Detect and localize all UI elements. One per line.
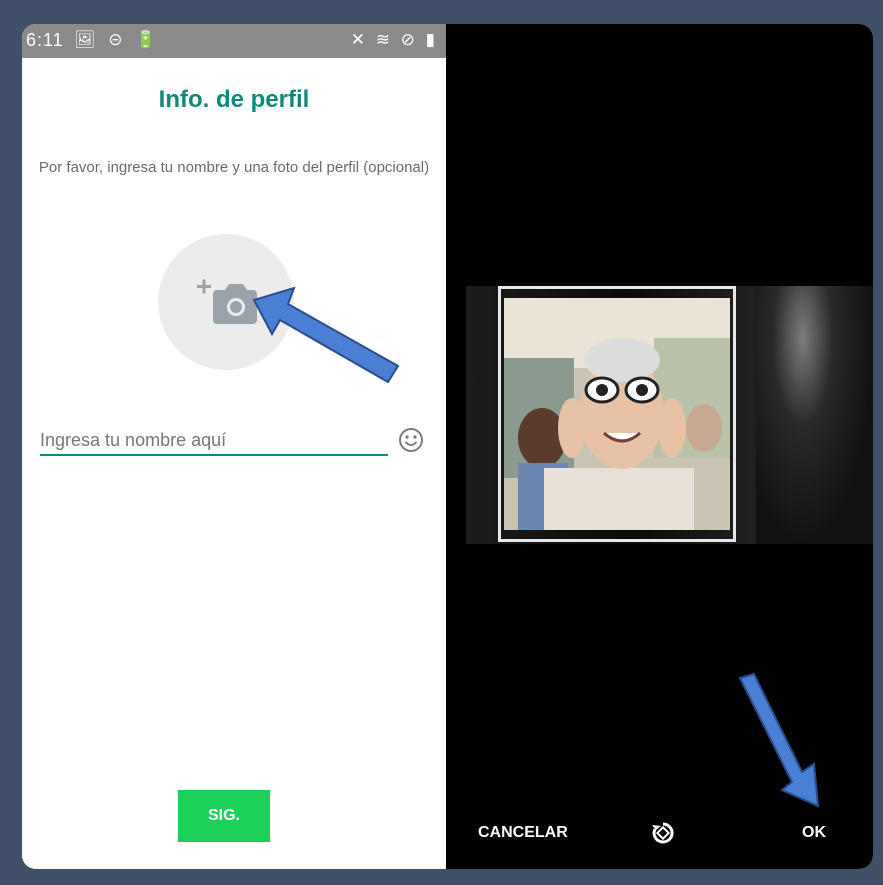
status-right-icons: ✕ ≋ ⊘ ▮ <box>350 30 438 49</box>
profile-description: Por favor, ingresa tu nombre y una foto … <box>38 159 430 176</box>
ok-button[interactable]: OK <box>802 824 826 842</box>
profile-screen: 6:11 🖼 ⊝ 🔋 ✕ ≋ ⊘ ▮ Info. de perfil Por f… <box>22 24 446 869</box>
arrow-pointer-icon <box>738 672 820 808</box>
arrow-pointer-icon <box>252 286 400 384</box>
status-time: 6:11 <box>26 30 64 50</box>
emoji-icon[interactable] <box>398 427 424 453</box>
rotate-icon[interactable] <box>648 818 678 848</box>
cancel-button[interactable]: CANCELAR <box>478 824 568 842</box>
crop-frame[interactable] <box>498 286 736 542</box>
page-title: Info. de perfil <box>158 86 310 113</box>
status-left-icons: 🖼 ⊝ 🔋 <box>74 30 161 49</box>
next-button[interactable]: SIG. <box>178 790 270 842</box>
crop-toolbar: CANCELAR OK <box>446 814 873 854</box>
name-input[interactable] <box>40 426 388 456</box>
screenshot-frame: 6:11 🖼 ⊝ 🔋 ✕ ≋ ⊘ ▮ Info. de perfil Por f… <box>0 0 883 885</box>
status-bar: 6:11 🖼 ⊝ 🔋 ✕ ≋ ⊘ ▮ <box>22 24 446 58</box>
